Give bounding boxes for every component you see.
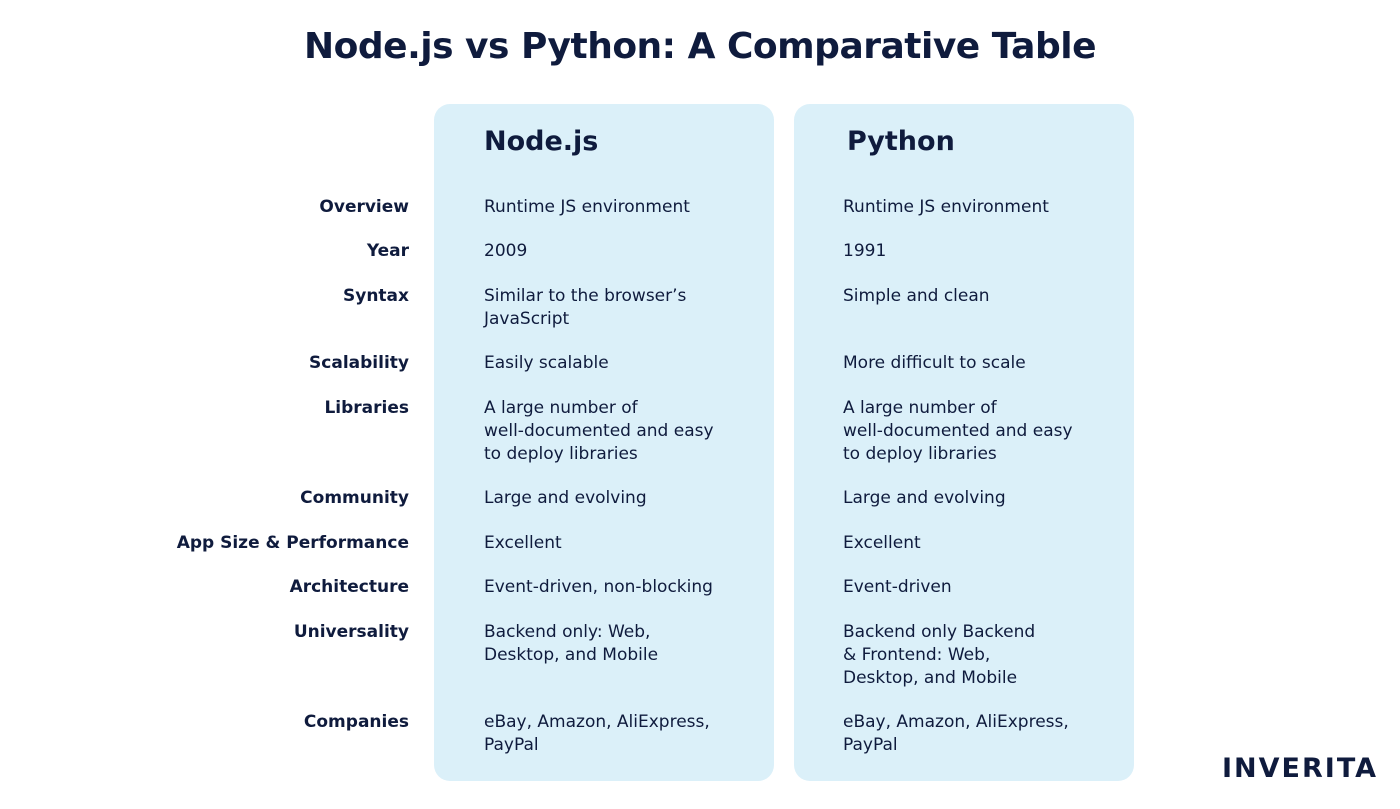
python-cell-companies: eBay, Amazon, AliExpress, PayPal	[843, 712, 1069, 755]
row-label-app-size-performance: App Size & Performance	[176, 533, 409, 553]
nodejs-cell-app-size-performance: Excellent	[484, 533, 562, 553]
python-cell-libraries: A large number of well-documented and ea…	[843, 398, 1073, 464]
python-cell-year: 1991	[843, 241, 887, 261]
row-label-syntax: Syntax	[343, 286, 409, 306]
nodejs-column-header: Node.js	[484, 126, 599, 157]
inverita-logo: INVERITA	[1222, 753, 1379, 784]
python-cell-overview: Runtime JS environment	[843, 197, 1049, 217]
row-label-year: Year	[366, 241, 409, 261]
python-cell-universality: Backend only Backend & Frontend: Web, De…	[843, 622, 1036, 688]
row-label-libraries: Libraries	[324, 398, 409, 418]
nodejs-cell-libraries: A large number of well-documented and ea…	[484, 398, 714, 464]
nodejs-cell-community: Large and evolving	[484, 488, 647, 508]
row-label-community: Community	[300, 488, 409, 508]
python-cell-syntax: Simple and clean	[843, 286, 990, 306]
nodejs-cell-universality: Backend only: Web, Desktop, and Mobile	[484, 622, 659, 665]
page-title: Node.js vs Python: A Comparative Table	[304, 26, 1096, 67]
nodejs-cell-scalability: Easily scalable	[484, 353, 609, 373]
nodejs-cell-architecture: Event-driven, non-blocking	[484, 577, 713, 597]
row-label-scalability: Scalability	[309, 353, 409, 373]
nodejs-cell-year: 2009	[484, 241, 528, 261]
nodejs-cell-overview: Runtime JS environment	[484, 197, 690, 217]
python-column-header: Python	[847, 126, 955, 157]
nodejs-cell-companies: eBay, Amazon, AliExpress, PayPal	[484, 712, 710, 755]
python-cell-community: Large and evolving	[843, 488, 1006, 508]
row-label-architecture: Architecture	[289, 577, 409, 597]
row-label-overview: Overview	[319, 197, 409, 217]
row-label-universality: Universality	[293, 622, 409, 642]
nodejs-cell-syntax: Similar to the browser’s JavaScript	[484, 286, 687, 329]
python-cell-architecture: Event-driven	[843, 577, 952, 597]
row-label-companies: Companies	[303, 712, 409, 732]
python-cell-app-size-performance: Excellent	[843, 533, 921, 553]
python-cell-scalability: More difficult to scale	[843, 353, 1026, 373]
